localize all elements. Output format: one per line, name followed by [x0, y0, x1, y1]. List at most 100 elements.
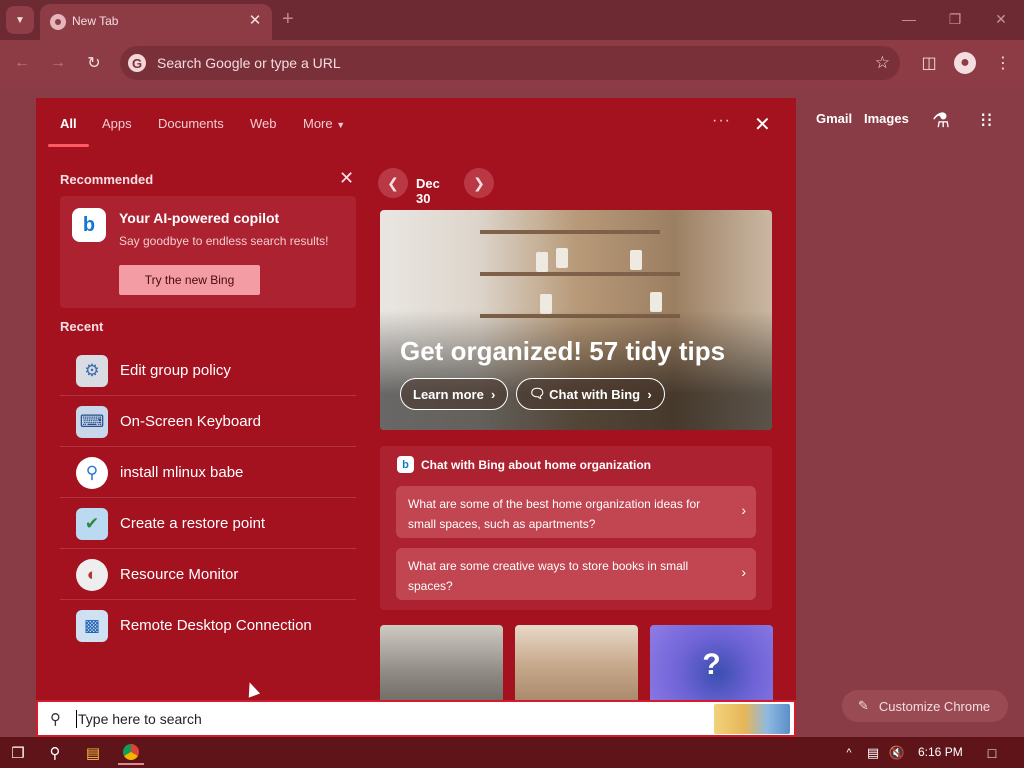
chevron-right-icon: ›: [647, 386, 652, 402]
suggested-question[interactable]: What are some creative ways to store boo…: [396, 548, 756, 600]
list-item[interactable]: ▩ Remote Desktop Connection: [60, 600, 356, 651]
recent-item-label: Edit group policy: [120, 362, 231, 379]
taskbar-search-icon[interactable]: ⚲: [44, 741, 66, 765]
bing-logo-icon: b: [72, 208, 106, 242]
try-bing-button[interactable]: Try the new Bing: [119, 265, 260, 295]
question-text: What are some of the best home organizat…: [408, 497, 701, 531]
chrome-favicon-icon: [50, 14, 66, 30]
tab-apps[interactable]: Apps: [102, 116, 132, 131]
learn-more-button[interactable]: Learn more ›: [400, 378, 509, 410]
close-icon[interactable]: ✕: [754, 112, 771, 137]
windows-search-panel: All Apps Documents Web More ▼ ··· ✕ Reco…: [36, 98, 796, 700]
chevron-down-icon: ▼: [15, 14, 25, 26]
google-icon: G: [128, 54, 146, 72]
taskbar-clock[interactable]: 6:16 PM: [918, 745, 963, 759]
labs-flask-icon[interactable]: ⚗: [932, 108, 950, 133]
recent-item-label: Create a restore point: [120, 515, 266, 532]
tab-documents[interactable]: Documents: [158, 116, 224, 131]
omnibox-placeholder: Search Google or type a URL: [157, 55, 341, 71]
chat-heading: Chat with Bing about home organization: [421, 458, 651, 472]
pencil-icon: ✎: [858, 698, 869, 713]
search-placeholder: Type here to search: [78, 711, 202, 727]
more-options-icon[interactable]: ···: [712, 112, 731, 130]
recent-item-label: install mlinux babe: [120, 464, 244, 481]
profile-icon[interactable]: ●: [954, 52, 976, 74]
gmail-link[interactable]: Gmail: [816, 111, 852, 126]
recent-item-label: On-Screen Keyboard: [120, 413, 261, 430]
customize-chrome-button[interactable]: ✎ Customize Chrome: [842, 690, 1008, 722]
list-item[interactable]: ◐ Resource Monitor: [60, 549, 356, 600]
recent-heading: Recent: [60, 319, 104, 334]
tab-close-icon[interactable]: ✕: [246, 11, 264, 29]
resource-monitor-icon: ◐: [76, 559, 108, 591]
tab-title: New Tab: [72, 14, 119, 28]
shelf-graphic: [480, 230, 660, 234]
learn-more-label: Learn more: [413, 386, 484, 402]
windows-start-icon[interactable]: ❒: [8, 741, 28, 765]
forward-icon[interactable]: →: [46, 51, 70, 75]
new-tab-button[interactable]: +: [282, 8, 294, 30]
chrome-taskbar-icon[interactable]: [118, 741, 144, 765]
browser-toolbar: ← → ↻ G Search Google or type a URL ☆ ◫ …: [0, 40, 1024, 86]
tab-more-label: More: [303, 116, 333, 131]
date-label: Dec 30: [416, 176, 440, 206]
tab-strip: ▼ New Tab ✕ + — ❐ ✕: [0, 0, 1024, 40]
list-item[interactable]: ⚲ install mlinux babe: [60, 447, 356, 498]
jar-graphic: [650, 292, 662, 312]
restore-icon[interactable]: ❐: [946, 10, 964, 28]
dismiss-recommended-icon[interactable]: ✕: [339, 168, 354, 189]
hero-card[interactable]: Get organized! 57 tidy tips Learn more ›…: [380, 210, 772, 430]
copilot-card: b Your AI-powered copilot Say goodbye to…: [60, 196, 356, 308]
notifications-icon[interactable]: □: [982, 741, 1002, 765]
remote-desktop-icon: ▩: [76, 610, 108, 642]
chat-with-bing-button[interactable]: 🗨 Chat with Bing ›: [516, 378, 665, 410]
keyboard-icon: ⌨: [76, 406, 108, 438]
list-item[interactable]: ⌨ On-Screen Keyboard: [60, 396, 356, 447]
tab-more[interactable]: More ▼: [303, 116, 345, 131]
copilot-subtitle: Say goodbye to endless search results!: [119, 234, 329, 248]
recent-item-label: Resource Monitor: [120, 566, 239, 583]
bookmark-star-icon[interactable]: ☆: [875, 53, 890, 73]
network-icon[interactable]: ▤: [864, 741, 882, 765]
text-caret: [76, 710, 77, 728]
thumbnail-image[interactable]: [515, 625, 638, 700]
windows-taskbar: ❒ ⚲ ▤ ^ ▤ 🔇 6:16 PM □: [0, 737, 1024, 768]
search-tabs: All Apps Documents Web More ▼ ··· ✕: [36, 98, 796, 148]
jar-graphic: [556, 248, 568, 268]
list-item[interactable]: ⚙ Edit group policy: [60, 345, 356, 396]
chevron-left-icon[interactable]: ❮: [378, 168, 408, 198]
group-policy-icon: ⚙: [76, 355, 108, 387]
question-text: What are some creative ways to store boo…: [408, 559, 689, 593]
tab-search-button[interactable]: ▼: [6, 6, 34, 34]
jar-graphic: [630, 250, 642, 270]
file-explorer-icon[interactable]: ▤: [82, 741, 104, 765]
search-icon: ⚲: [76, 457, 108, 489]
tab-web[interactable]: Web: [250, 116, 277, 131]
back-icon[interactable]: ←: [10, 51, 34, 75]
side-panel-icon[interactable]: ◫: [918, 52, 940, 74]
hero-headline: Get organized! 57 tidy tips: [400, 336, 726, 366]
caret-down-icon: ▼: [336, 120, 346, 130]
reload-icon[interactable]: ↻: [82, 51, 106, 75]
menu-icon[interactable]: ⋮: [992, 52, 1014, 74]
bing-logo-icon: b: [397, 456, 414, 473]
tab-new-tab[interactable]: New Tab ✕: [40, 4, 272, 40]
volume-muted-icon[interactable]: 🔇: [888, 741, 906, 765]
taskbar-search-box[interactable]: ⚲ Type here to search: [36, 700, 796, 737]
minimize-icon[interactable]: —: [900, 10, 918, 28]
tray-chevron-up-icon[interactable]: ^: [842, 741, 856, 765]
omnibox[interactable]: G Search Google or type a URL ☆: [120, 46, 900, 80]
thumbnail-image[interactable]: [380, 625, 503, 700]
jar-graphic: [536, 252, 548, 272]
chevron-right-icon[interactable]: ❯: [464, 168, 494, 198]
list-item[interactable]: ✔ Create a restore point: [60, 498, 356, 549]
search-highlight-illustration: [714, 704, 790, 734]
tab-all[interactable]: All: [60, 116, 77, 131]
window-close-icon[interactable]: ✕: [992, 10, 1010, 28]
suggested-question[interactable]: What are some of the best home organizat…: [396, 486, 756, 538]
hero-shade: [380, 310, 772, 430]
copilot-title: Your AI-powered copilot: [119, 210, 280, 226]
apps-grid-icon[interactable]: ⁝⁝: [980, 108, 993, 133]
question-marks-image[interactable]: ?: [650, 625, 773, 700]
images-link[interactable]: Images: [864, 111, 909, 126]
